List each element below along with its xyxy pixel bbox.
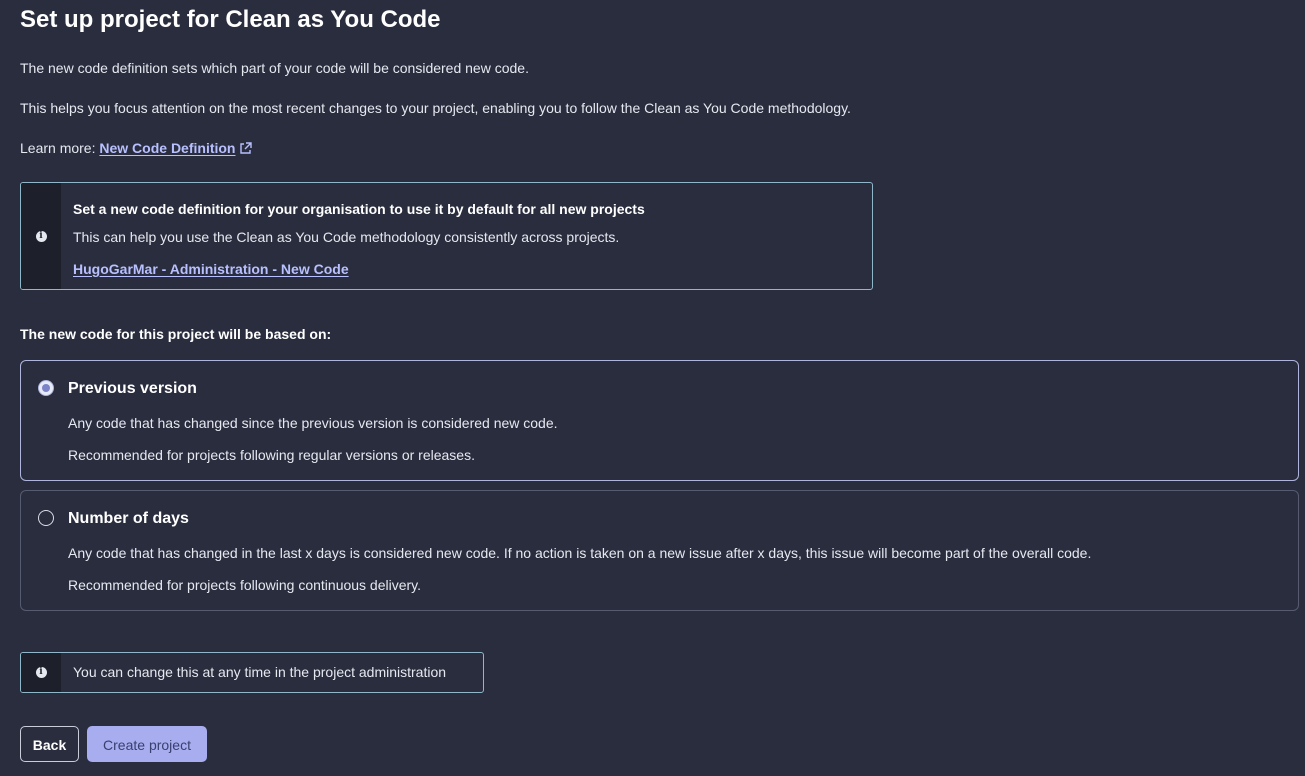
create-project-button[interactable]: Create project: [87, 726, 207, 762]
new-code-definition-link-text: New Code Definition: [99, 140, 236, 156]
info-heading: Set a new code definition for your organ…: [73, 201, 645, 217]
radio-previous-version[interactable]: [38, 380, 54, 396]
option-recommendation: Recommended for projects following conti…: [68, 577, 422, 593]
info-icon: i: [35, 230, 47, 242]
info-body: Set a new code definition for your organ…: [61, 183, 657, 289]
intro-line-1: The new code definition sets which part …: [20, 60, 529, 76]
intro-line-2: This helps you focus attention on the mo…: [20, 100, 851, 116]
change-later-note: i You can change this at any time in the…: [20, 652, 484, 693]
note-text: You can change this at any time in the p…: [73, 664, 447, 680]
info-gutter: i: [21, 183, 61, 289]
option-title: Number of days: [68, 510, 189, 527]
info-text: This can help you use the Clean as You C…: [73, 229, 620, 245]
project-setup-page: Set up project for Clean as You Code The…: [0, 0, 1305, 776]
option-previous-version[interactable]: Previous version Any code that has chang…: [20, 360, 1299, 481]
note-gutter: i: [21, 653, 61, 692]
option-recommendation: Recommended for projects following regul…: [68, 447, 475, 463]
learn-more-label: Learn more:: [20, 140, 96, 156]
learn-more-row: Learn more: New Code Definition: [20, 138, 252, 158]
back-button[interactable]: Back: [20, 726, 79, 762]
info-icon: i: [35, 667, 47, 678]
page-title: Set up project for Clean as You Code: [20, 6, 441, 33]
option-number-of-days[interactable]: Number of days Any code that has changed…: [20, 490, 1299, 611]
option-title: Previous version: [68, 380, 197, 397]
new-code-section-label: The new code for this project will be ba…: [20, 326, 332, 342]
option-description: Any code that has changed since the prev…: [68, 415, 558, 431]
organisation-new-code-link[interactable]: HugoGarMar - Administration - New Code: [73, 259, 349, 279]
organisation-new-code-info: i Set a new code definition for your org…: [20, 182, 873, 290]
radio-number-of-days[interactable]: [38, 510, 54, 526]
new-code-definition-link[interactable]: New Code Definition: [99, 140, 252, 156]
option-description: Any code that has changed in the last x …: [68, 545, 1092, 561]
external-link-icon: [239, 142, 252, 154]
